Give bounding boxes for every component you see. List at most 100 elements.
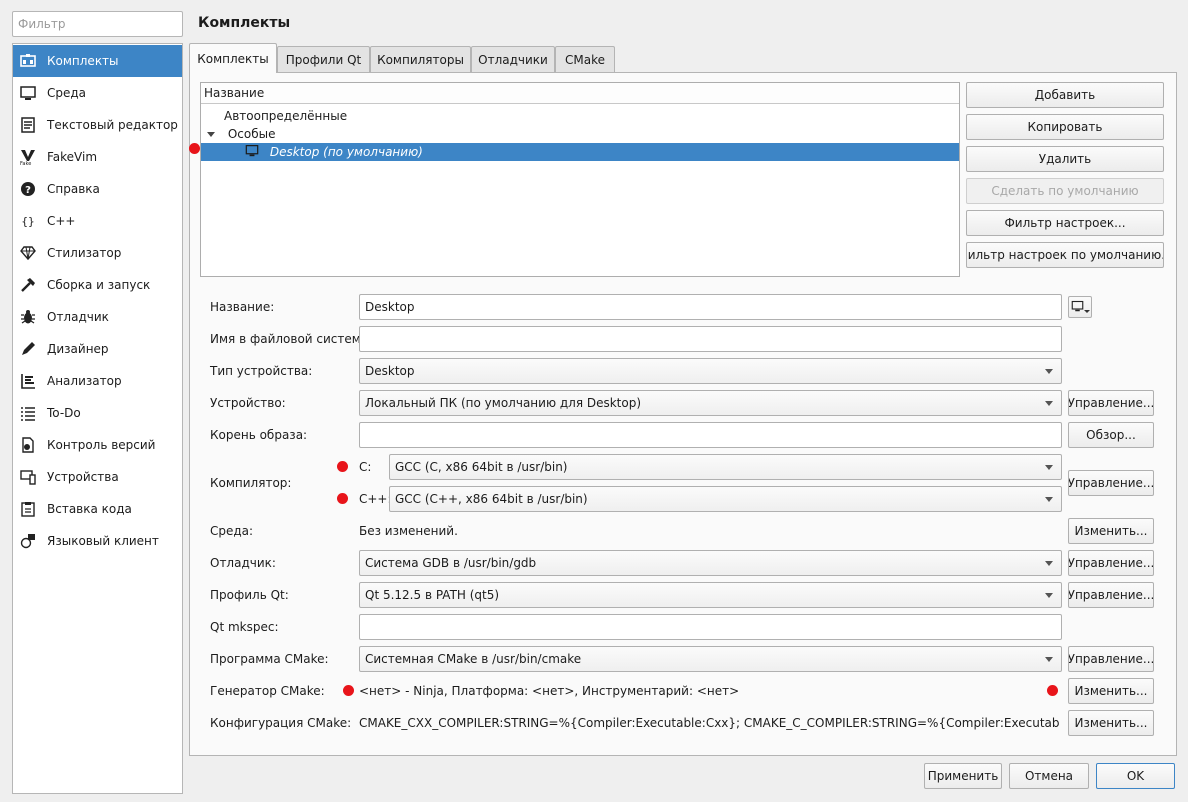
sidebar-item-label: Сборка и запуск <box>47 278 151 292</box>
svg-text:{}: {} <box>21 215 34 228</box>
qt-version-combo[interactable]: Qt 5.12.5 в PATH (qt5) <box>359 582 1062 608</box>
cmake-config-label: Конфигурация CMake: <box>210 716 352 730</box>
version-control-icon <box>19 436 37 454</box>
tree-row-manual[interactable]: Особые <box>201 125 959 143</box>
sidebar-item-label: Анализатор <box>47 374 122 388</box>
fs-name-field[interactable] <box>359 326 1062 352</box>
svg-text:?: ? <box>25 185 31 196</box>
cmake-config-change-button[interactable]: Изменить... <box>1068 710 1154 736</box>
device-type-combo[interactable]: Desktop <box>359 358 1062 384</box>
help-icon: ? <box>19 180 37 198</box>
sidebar-item-label: Дизайнер <box>47 342 109 356</box>
chevron-down-icon <box>1045 497 1053 502</box>
compiler-cpp-combo[interactable]: GCC (C++, x86 64bit в /usr/bin) <box>389 486 1062 512</box>
copy-kit-button[interactable]: Копировать <box>966 114 1164 140</box>
tree-row-label: Desktop (по умолчанию) <box>269 145 423 159</box>
environment-change-button[interactable]: Изменить... <box>1068 518 1154 544</box>
sidebar-item-beautifier[interactable]: Стилизатор <box>13 237 182 269</box>
sidebar-item-label: FakeVim <box>47 150 98 164</box>
remove-kit-button[interactable]: Удалить <box>966 146 1164 172</box>
compiler-c-label: C: <box>359 460 372 474</box>
filter-input[interactable] <box>12 11 183 37</box>
cancel-button[interactable]: Отмена <box>1009 763 1089 789</box>
fs-name-label: Имя в файловой системе: <box>210 332 373 346</box>
sidebar-item-kits[interactable]: Комплекты <box>13 45 182 77</box>
sidebar-item-label: Стилизатор <box>47 246 122 260</box>
device-combo[interactable]: Локальный ПК (по умолчанию для Desktop) <box>359 390 1062 416</box>
chevron-down-icon <box>1045 369 1053 374</box>
sidebar-item-label: Текстовый редактор <box>47 118 178 132</box>
sidebar-item-label: Языковый клиент <box>47 534 159 548</box>
sysroot-field[interactable] <box>359 422 1062 448</box>
marker-dot <box>1047 685 1058 696</box>
ok-button[interactable]: OK <box>1096 763 1175 789</box>
tab-kits[interactable]: Комплекты <box>189 43 277 73</box>
chevron-down-icon <box>1083 309 1090 313</box>
debugger-combo[interactable]: Система GDB в /usr/bin/gdb <box>359 550 1062 576</box>
sidebar-item-help[interactable]: ? Справка <box>13 173 182 205</box>
analyzer-icon <box>19 372 37 390</box>
sidebar-item-label: Вставка кода <box>47 502 132 516</box>
sidebar-item-devices[interactable]: Устройства <box>13 461 182 493</box>
kit-tree[interactable]: Название Автоопределённые Особые Desktop… <box>200 82 960 277</box>
sidebar-item-debugger[interactable]: Отладчик <box>13 301 182 333</box>
add-kit-button[interactable]: Добавить <box>966 82 1164 108</box>
monitor-icon <box>245 144 259 162</box>
sidebar-item-analyzer[interactable]: Анализатор <box>13 365 182 397</box>
sidebar-item-todo[interactable]: To-Do <box>13 397 182 429</box>
make-default-button[interactable]: Сделать по умолчанию <box>966 178 1164 204</box>
tab-debuggers[interactable]: Отладчики <box>471 46 555 73</box>
sidebar-item-label: Отладчик <box>47 310 109 324</box>
qt-mkspec-field[interactable] <box>359 614 1062 640</box>
compiler-label: Компилятор: <box>210 476 292 490</box>
tab-qt-versions[interactable]: Профили Qt <box>277 46 370 73</box>
qt-version-manage-button[interactable]: Управление... <box>1068 582 1154 608</box>
kit-icon-button[interactable] <box>1068 296 1092 318</box>
tree-row-desktop-kit[interactable]: Desktop (по умолчанию) <box>201 143 959 161</box>
pen-icon <box>19 340 37 358</box>
sidebar-item-cpp[interactable]: {} C++ <box>13 205 182 237</box>
compiler-manage-button[interactable]: Управление... <box>1068 470 1154 496</box>
sidebar-item-version-control[interactable]: Контроль версий <box>13 429 182 461</box>
sysroot-browse-button[interactable]: Обзор... <box>1068 422 1154 448</box>
tab-compilers[interactable]: Компиляторы <box>370 46 471 73</box>
chevron-down-icon <box>1045 401 1053 406</box>
sidebar-item-label: Устройства <box>47 470 119 484</box>
environment-value: Без изменений. <box>359 524 458 538</box>
cmake-generator-change-button[interactable]: Изменить... <box>1068 678 1154 704</box>
combo-value: Локальный ПК (по умолчанию для Desktop) <box>365 396 642 410</box>
todo-list-icon <box>19 404 37 422</box>
cmake-tool-combo[interactable]: Системная CMake в /usr/bin/cmake <box>359 646 1062 672</box>
tree-row-label: Автоопределённые <box>224 109 348 123</box>
language-client-icon <box>19 532 37 550</box>
cmake-tool-manage-button[interactable]: Управление... <box>1068 646 1154 672</box>
name-field[interactable]: Desktop <box>359 294 1062 320</box>
combo-value: Система GDB в /usr/bin/gdb <box>365 556 537 570</box>
combo-value: GCC (C, x86 64bit в /usr/bin) <box>395 460 568 474</box>
compiler-c-combo[interactable]: GCC (C, x86 64bit в /usr/bin) <box>389 454 1062 480</box>
sidebar-item-build-run[interactable]: Сборка и запуск <box>13 269 182 301</box>
device-manage-button[interactable]: Управление... <box>1068 390 1154 416</box>
name-label: Название: <box>210 300 275 314</box>
device-label: Устройство: <box>210 396 286 410</box>
expand-arrow-icon[interactable] <box>207 132 215 137</box>
sidebar-item-environment[interactable]: Среда <box>13 77 182 109</box>
sidebar-item-text-editor[interactable]: Текстовый редактор <box>13 109 182 141</box>
cmake-config-value: CMAKE_CXX_COMPILER:STRING=%{Compiler:Exe… <box>359 716 1059 730</box>
tree-row-auto-detected[interactable]: Автоопределённые <box>201 107 959 125</box>
tree-row-label: Особые <box>227 127 276 141</box>
sidebar-item-label: Контроль версий <box>47 438 156 452</box>
cpp-braces-icon: {} <box>19 212 37 230</box>
sidebar-item-code-paste[interactable]: Вставка кода <box>13 493 182 525</box>
debugger-manage-button[interactable]: Управление... <box>1068 550 1154 576</box>
tab-cmake[interactable]: CMake <box>555 46 615 73</box>
default-settings-filter-button[interactable]: Фильтр настроек по умолчанию... <box>966 242 1164 268</box>
hammer-icon <box>19 276 37 294</box>
sidebar-item-language-client[interactable]: Языковый клиент <box>13 525 182 557</box>
cmake-generator-label: Генератор CMake: <box>210 684 325 698</box>
apply-button[interactable]: Применить <box>924 763 1002 789</box>
sidebar-item-fakevim[interactable]: Fake FakeVim <box>13 141 182 173</box>
settings-filter-button[interactable]: Фильтр настроек... <box>966 210 1164 236</box>
sidebar-item-designer[interactable]: Дизайнер <box>13 333 182 365</box>
svg-text:Fake: Fake <box>20 161 31 165</box>
